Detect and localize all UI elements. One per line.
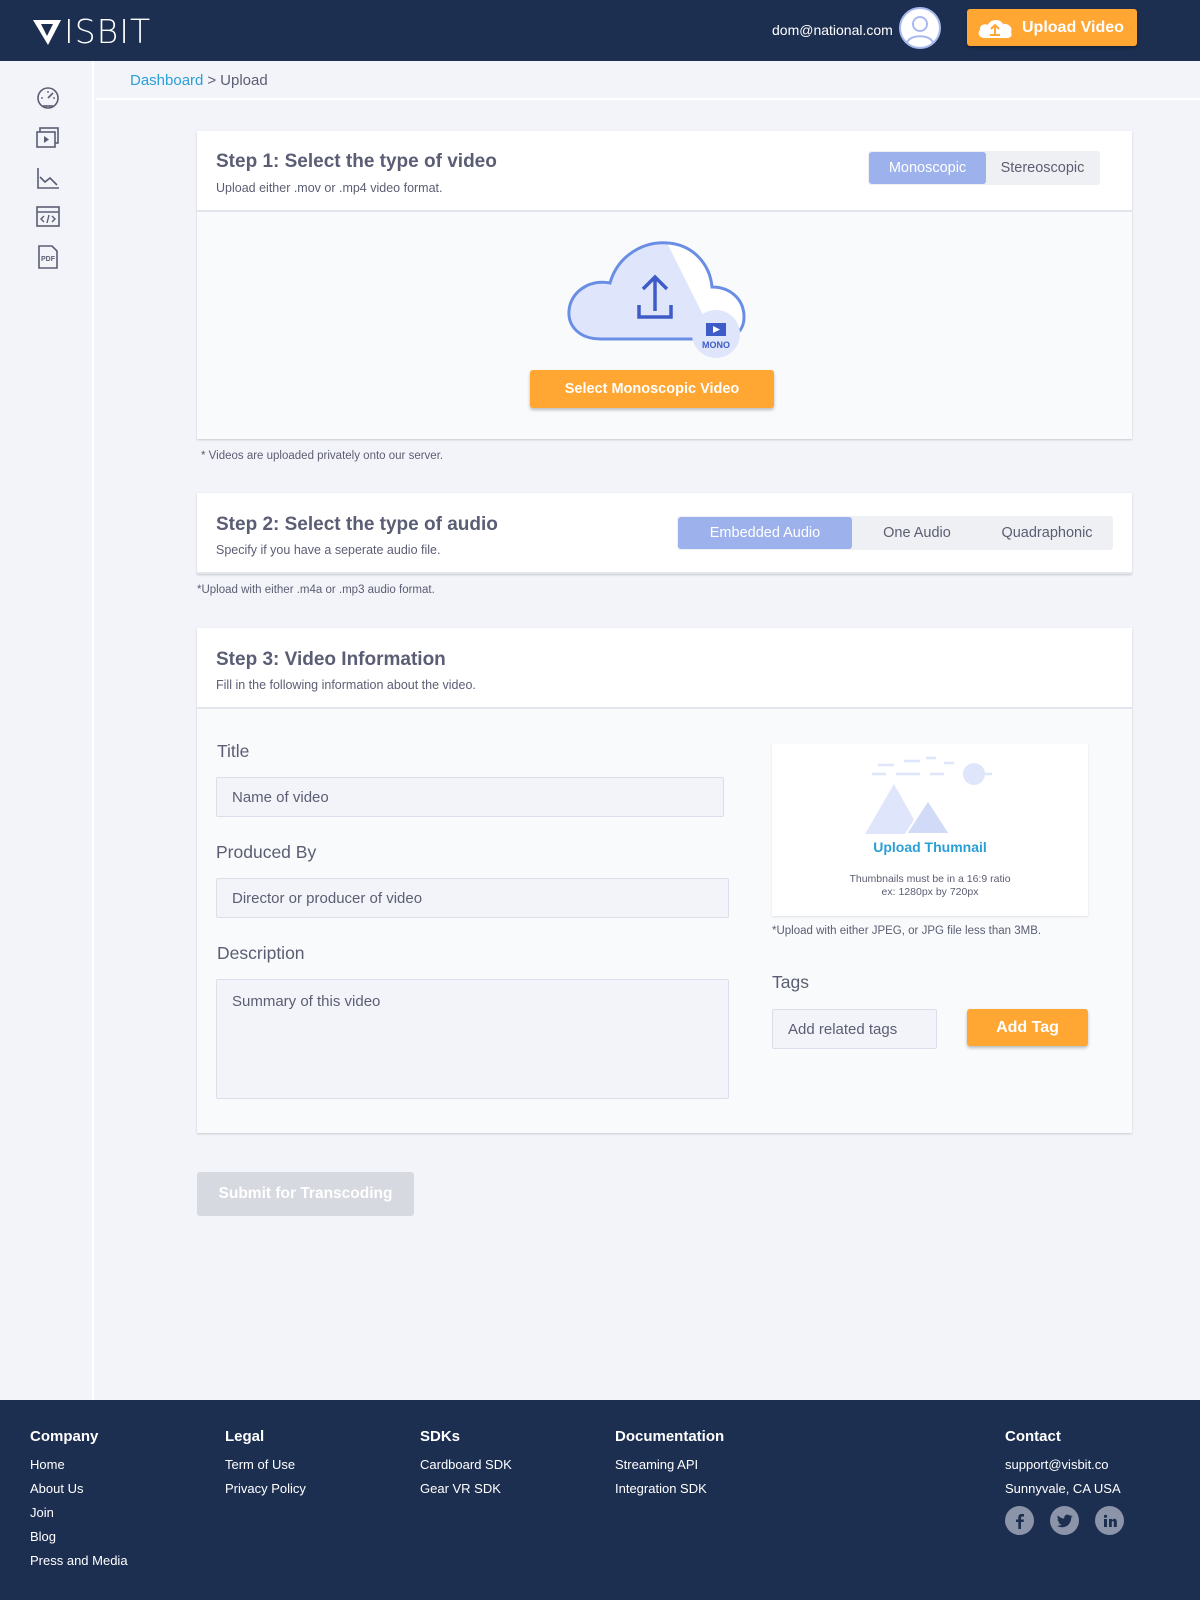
logo-text: ISBIT bbox=[64, 12, 152, 51]
step1-privacy-note: * Videos are uploaded privately onto our… bbox=[201, 450, 444, 462]
sidebar-item-videos[interactable] bbox=[35, 124, 61, 150]
step3-subtitle: Fill in the following information about … bbox=[216, 678, 476, 692]
upload-video-label: Upload Video bbox=[1022, 18, 1124, 36]
step3-body: Title Name of video Produced By Director… bbox=[197, 709, 1132, 1133]
tags-input[interactable]: Add related tags bbox=[772, 1009, 937, 1049]
code-embed-icon bbox=[36, 206, 60, 227]
step2-header: Step 2: Select the type of audio Specify… bbox=[197, 493, 1132, 574]
footer-link-privacy[interactable]: Privacy Policy bbox=[225, 1477, 306, 1501]
footer-contact-location: Sunnyvale, CA USA bbox=[1005, 1481, 1121, 1496]
footer-contact-email[interactable]: support@visbit.co bbox=[1005, 1453, 1124, 1477]
footer-sdks-heading: SDKs bbox=[420, 1428, 461, 1445]
footer-link-about[interactable]: About Us bbox=[30, 1477, 128, 1501]
footer-company-heading: Company bbox=[30, 1428, 99, 1445]
mono-badge-label: MONO bbox=[702, 340, 730, 350]
footer-link-home[interactable]: Home bbox=[30, 1453, 128, 1477]
footer-documentation: Documentation Streaming API Integration … bbox=[615, 1428, 724, 1501]
facebook-icon[interactable] bbox=[1005, 1506, 1034, 1535]
select-monoscopic-video-button[interactable]: Select Monoscopic Video bbox=[530, 370, 774, 408]
user-email: dom@national.com bbox=[772, 22, 893, 38]
upload-thumbnail-link[interactable]: Upload Thumnail bbox=[772, 839, 1088, 855]
thumbnail-file-note: *Upload with either JPEG, or JPG file le… bbox=[772, 925, 1042, 937]
cloud-upload-icon bbox=[978, 19, 1012, 38]
visbit-logo[interactable]: ISBIT bbox=[32, 15, 151, 49]
description-textarea[interactable]: Summary of this video bbox=[216, 979, 729, 1099]
cloud-upload-illustration-icon[interactable]: MONO bbox=[566, 241, 746, 359]
breadcrumb: Dashboard > Upload bbox=[96, 61, 1200, 100]
sidebar: PDF bbox=[0, 61, 94, 1400]
step2-card: Step 2: Select the type of audio Specify… bbox=[197, 493, 1132, 574]
analytics-chart-icon bbox=[37, 168, 59, 189]
social-links bbox=[1005, 1506, 1124, 1535]
footer-link-gearvr-sdk[interactable]: Gear VR SDK bbox=[420, 1477, 512, 1501]
add-tag-button[interactable]: Add Tag bbox=[967, 1009, 1088, 1046]
footer-legal: Legal Term of Use Privacy Policy bbox=[225, 1428, 306, 1501]
step1-body: MONO Select Monoscopic Video bbox=[197, 212, 1132, 439]
top-header: ISBIT dom@national.com Upload Video bbox=[0, 0, 1200, 61]
video-library-icon bbox=[36, 127, 59, 148]
video-type-selector: Monoscopic Stereoscopic bbox=[868, 151, 1100, 185]
footer-link-integration-sdk[interactable]: Integration SDK bbox=[615, 1477, 724, 1501]
embedded-audio-option[interactable]: Embedded Audio bbox=[678, 517, 852, 549]
sidebar-item-pdf[interactable]: PDF bbox=[35, 244, 61, 270]
step2-subtitle: Specify if you have a seperate audio fil… bbox=[216, 543, 441, 557]
breadcrumb-dashboard-link[interactable]: Dashboard bbox=[130, 72, 203, 89]
breadcrumb-current: Upload bbox=[220, 72, 268, 89]
footer-documentation-heading: Documentation bbox=[615, 1428, 725, 1445]
breadcrumb-separator: > bbox=[207, 72, 217, 89]
step1-card: Step 1: Select the type of video Upload … bbox=[197, 131, 1132, 439]
submit-for-transcoding-button[interactable]: Submit for Transcoding bbox=[197, 1172, 414, 1216]
produced-by-input[interactable]: Director or producer of video bbox=[216, 878, 729, 918]
thumbnail-image-icon bbox=[865, 756, 992, 835]
footer-contact-heading: Contact bbox=[1005, 1428, 1061, 1445]
step3-header: Step 3: Video Information Fill in the fo… bbox=[197, 628, 1132, 709]
sidebar-item-embed[interactable] bbox=[35, 204, 61, 230]
dashboard-gauge-icon bbox=[37, 87, 59, 109]
footer-link-streaming-api[interactable]: Streaming API bbox=[615, 1453, 724, 1477]
step1-title: Step 1: Select the type of video bbox=[216, 151, 497, 172]
footer-legal-heading: Legal bbox=[225, 1428, 265, 1445]
step1-header: Step 1: Select the type of video Upload … bbox=[197, 131, 1132, 212]
logo-v-icon bbox=[33, 20, 61, 45]
quadraphonic-option[interactable]: Quadraphonic bbox=[982, 517, 1112, 549]
linkedin-icon[interactable] bbox=[1095, 1506, 1124, 1535]
footer: Company Home About Us Join Blog Press an… bbox=[0, 1400, 1200, 1600]
step1-subtitle: Upload either .mov or .mp4 video format. bbox=[216, 181, 443, 195]
title-label: Title bbox=[217, 741, 250, 761]
step3-title: Step 3: Video Information bbox=[216, 649, 446, 670]
footer-sdks: SDKs Cardboard SDK Gear VR SDK bbox=[420, 1428, 512, 1501]
produced-by-label: Produced By bbox=[216, 842, 317, 862]
footer-link-cardboard-sdk[interactable]: Cardboard SDK bbox=[420, 1453, 512, 1477]
user-avatar[interactable] bbox=[899, 7, 941, 49]
footer-link-blog[interactable]: Blog bbox=[30, 1525, 128, 1549]
stereoscopic-option[interactable]: Stereoscopic bbox=[986, 152, 1099, 184]
step2-audio-note: *Upload with either .m4a or .mp3 audio f… bbox=[197, 584, 435, 596]
step2-title: Step 2: Select the type of audio bbox=[216, 514, 498, 535]
thumbnail-upload-area[interactable]: Upload Thumnail Thumbnails must be in a … bbox=[772, 744, 1088, 916]
sidebar-item-analytics[interactable] bbox=[35, 165, 61, 191]
one-audio-option[interactable]: One Audio bbox=[852, 517, 982, 549]
thumbnail-ratio-hint: Thumbnails must be in a 16:9 ratio bbox=[849, 873, 1011, 885]
pdf-document-icon: PDF bbox=[38, 245, 58, 269]
monoscopic-option[interactable]: Monoscopic bbox=[869, 152, 986, 184]
step3-card: Step 3: Video Information Fill in the fo… bbox=[197, 628, 1132, 1133]
audio-type-selector: Embedded Audio One Audio Quadraphonic bbox=[677, 516, 1113, 550]
upload-video-button[interactable]: Upload Video bbox=[967, 9, 1137, 46]
pdf-icon-label: PDF bbox=[41, 256, 56, 263]
twitter-icon[interactable] bbox=[1050, 1506, 1079, 1535]
tags-label: Tags bbox=[772, 972, 809, 992]
user-avatar-icon bbox=[906, 16, 934, 44]
footer-link-terms[interactable]: Term of Use bbox=[225, 1453, 306, 1477]
footer-company: Company Home About Us Join Blog Press an… bbox=[30, 1428, 128, 1573]
footer-link-join[interactable]: Join bbox=[30, 1501, 128, 1525]
sidebar-item-dashboard[interactable] bbox=[35, 84, 61, 110]
footer-contact: Contact support@visbit.co Sunnyvale, CA … bbox=[1005, 1428, 1124, 1535]
title-input[interactable]: Name of video bbox=[216, 777, 724, 817]
footer-link-press[interactable]: Press and Media bbox=[30, 1549, 128, 1573]
thumbnail-size-hint: ex: 1280px by 720px bbox=[881, 886, 979, 898]
description-label: Description bbox=[217, 943, 305, 963]
